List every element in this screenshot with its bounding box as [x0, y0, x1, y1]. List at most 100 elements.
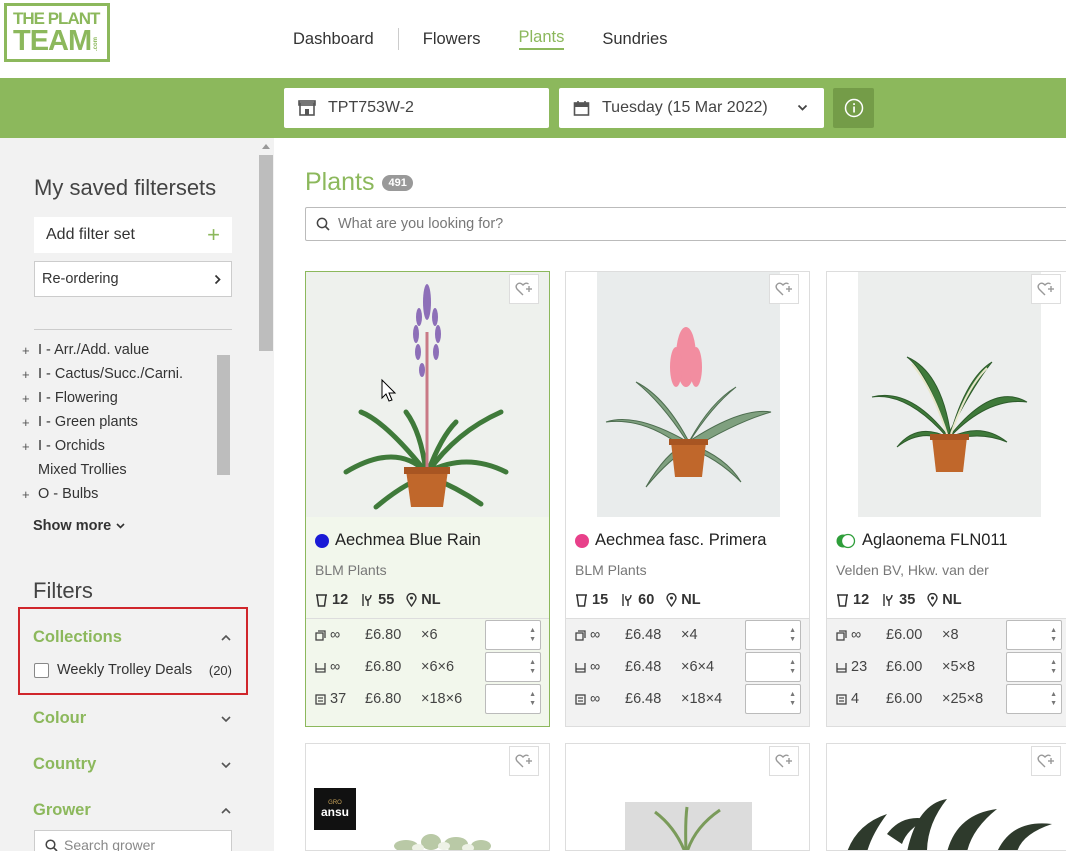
category-item[interactable]: + I - Flowering — [22, 386, 232, 410]
section-label: Collections — [33, 628, 122, 646]
filter-section-collections[interactable]: Collections — [33, 628, 231, 647]
main-nav: Dashboard Flowers Plants Sundries — [293, 28, 667, 50]
chevron-down-icon — [221, 761, 231, 768]
filter-section-grower[interactable]: Grower — [33, 801, 231, 820]
favourite-button[interactable] — [769, 746, 799, 776]
category-item[interactable]: Mixed Trollies — [22, 458, 232, 482]
nav-plants[interactable]: Plants — [518, 28, 565, 50]
product-card[interactable]: GRO ansu — [305, 743, 550, 851]
category-item[interactable]: + I - Green plants — [22, 410, 232, 434]
top-header: THE PLANT TEAM .com Dashboard Flowers Pl… — [0, 0, 1066, 78]
category-item[interactable]: + O - Bulbs — [22, 482, 232, 502]
scroll-up-arrow[interactable] — [262, 144, 270, 149]
colour-dot — [315, 533, 329, 548]
collection-option[interactable]: Weekly Trolley Deals (20) — [34, 662, 232, 678]
nav-flowers[interactable]: Flowers — [423, 30, 481, 49]
store-icon — [298, 100, 316, 116]
category-item[interactable]: + I - Cactus/Succ./Carni. — [22, 362, 232, 386]
location-pin-icon — [666, 593, 677, 607]
product-image[interactable] — [827, 272, 1066, 517]
filter-section-colour[interactable]: Colour — [33, 709, 231, 728]
product-card[interactable] — [826, 743, 1066, 851]
product-image[interactable] — [625, 802, 752, 851]
price-table: ∞ £6.00 ×8 ▲ ▼ 23 £6.00 ×5×8 ▲ ▼ 4 £6.00 ×25×8 ▲ ▼ — [827, 618, 1066, 726]
expand-icon[interactable]: + — [22, 487, 38, 502]
reordering-button[interactable]: Re-ordering — [34, 261, 232, 297]
chevron-down-icon — [797, 104, 808, 111]
add-filter-set-button[interactable]: Add filter set + — [34, 217, 232, 253]
show-more-button[interactable]: Show more — [33, 518, 125, 534]
quantity-stepper[interactable]: ▲ ▼ — [745, 684, 801, 714]
quantity-stepper[interactable]: ▲ ▼ — [485, 652, 541, 682]
grower-name: BLM Plants — [315, 562, 387, 578]
add-filter-set-label: Add filter set — [46, 226, 135, 243]
origin-country: NL — [927, 592, 962, 608]
category-scroll-thumb[interactable] — [217, 355, 230, 475]
info-button[interactable] — [833, 88, 874, 128]
favourite-button[interactable] — [509, 746, 539, 776]
category-item[interactable]: + I - Orchids — [22, 434, 232, 458]
trolley-icon — [575, 693, 586, 705]
price-row: ∞ £6.48 ×4 ▲ ▼ — [575, 620, 803, 650]
product-name[interactable]: Aglaonema FLN011 — [836, 531, 1008, 550]
chevron-right-icon — [214, 274, 221, 284]
quantity-stepper[interactable]: ▲ ▼ — [745, 620, 801, 650]
nav-sundries[interactable]: Sundries — [602, 30, 667, 49]
favourite-button[interactable] — [509, 274, 539, 304]
expand-icon[interactable]: + — [22, 391, 38, 406]
store-selector[interactable]: TPT753W-2 — [284, 88, 549, 128]
price-row: ∞ £6.48 ×6×4 ▲ ▼ — [575, 652, 803, 682]
quantity-stepper[interactable]: ▲ ▼ — [485, 684, 541, 714]
expand-icon[interactable]: + — [22, 415, 38, 430]
product-name[interactable]: Aechmea Blue Rain — [315, 531, 481, 550]
chevron-up-icon — [221, 634, 231, 641]
product-card[interactable]: Aechmea fasc. Primera BLM Plants 15 60 N… — [565, 271, 810, 727]
checkbox[interactable] — [34, 662, 49, 678]
product-search-input[interactable]: What are you looking for? — [305, 207, 1066, 241]
company-logo[interactable]: THE PLANT TEAM .com — [4, 3, 110, 62]
quantity-stepper[interactable]: ▲ ▼ — [1006, 620, 1062, 650]
favourite-button[interactable] — [769, 274, 799, 304]
grower-name: Velden BV, Hkw. van der — [836, 562, 989, 578]
product-image[interactable] — [566, 272, 809, 517]
reordering-label: Re-ordering — [42, 271, 119, 287]
quantity-stepper[interactable]: ▲ ▼ — [1006, 652, 1062, 682]
grower-logo: GRO ansu — [314, 788, 356, 830]
price-row: ∞ £6.80 ×6×6 ▲ ▼ — [315, 652, 543, 682]
product-name-text: Aechmea fasc. Primera — [595, 531, 767, 549]
section-label: Country — [33, 755, 97, 773]
product-image[interactable] — [306, 272, 549, 517]
expand-icon[interactable]: + — [22, 439, 38, 454]
quantity-stepper[interactable]: ▲ ▼ — [745, 652, 801, 682]
price-row: 23 £6.00 ×5×8 ▲ ▼ — [836, 652, 1064, 682]
trolley-icon — [836, 693, 847, 705]
expand-icon[interactable]: + — [22, 367, 38, 382]
favourite-button[interactable] — [1031, 274, 1061, 304]
favourite-button[interactable] — [1031, 746, 1061, 776]
plus-icon: + — [207, 222, 220, 247]
category-list: + I - Arr./Add. value + I - Cactus/Succ./C… — [22, 338, 232, 502]
sidebar-scroll-thumb[interactable] — [259, 155, 273, 351]
product-card[interactable]: Aglaonema FLN011 Velden BV, Hkw. van der… — [826, 271, 1066, 727]
height-icon — [362, 594, 372, 606]
unit-box-icon — [315, 629, 326, 641]
grower-search-input[interactable]: Search grower — [34, 830, 232, 851]
quantity-stepper[interactable]: ▲ ▼ — [485, 620, 541, 650]
product-image[interactable] — [386, 830, 506, 851]
search-icon — [316, 217, 330, 231]
product-image[interactable] — [827, 784, 1066, 851]
category-label: O - Bulbs — [38, 486, 99, 502]
price-row: ∞ £6.48 ×18×4 ▲ ▼ — [575, 684, 803, 714]
product-name[interactable]: Aechmea fasc. Primera — [575, 531, 766, 550]
quantity-stepper[interactable]: ▲ ▼ — [1006, 684, 1062, 714]
category-item[interactable]: + I - Arr./Add. value — [22, 338, 232, 362]
nav-dashboard[interactable]: Dashboard — [293, 30, 374, 49]
expand-icon[interactable]: + — [22, 343, 38, 358]
plant-height: 55 — [360, 592, 394, 608]
filter-section-country[interactable]: Country — [33, 755, 231, 774]
date-selector[interactable]: Tuesday (15 Mar 2022) — [559, 88, 824, 128]
section-label: Colour — [33, 709, 87, 727]
product-card[interactable] — [565, 743, 810, 851]
pot-icon — [837, 594, 848, 607]
product-card[interactable]: Aechmea Blue Rain BLM Plants 12 55 NL ∞ £… — [305, 271, 550, 727]
